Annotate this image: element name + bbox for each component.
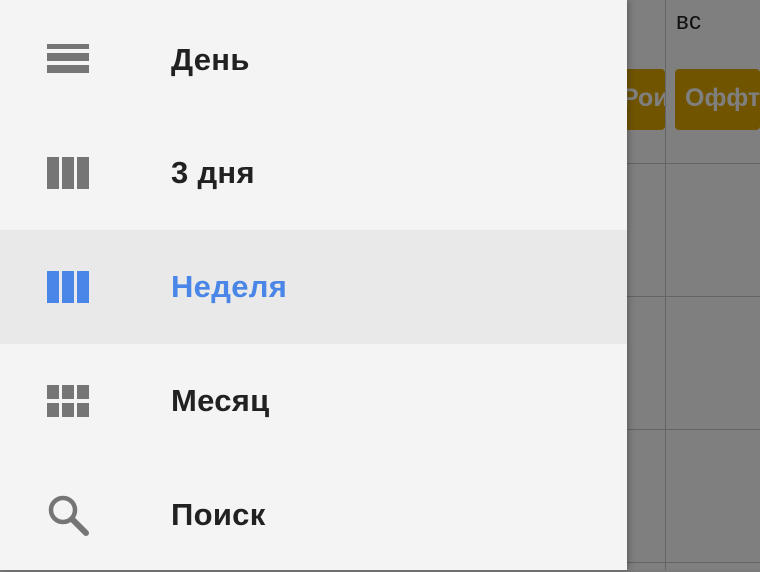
menu-item-label: Месяц bbox=[171, 383, 270, 418]
menu-item-label: Поиск bbox=[171, 497, 266, 532]
menu-item-three-days[interactable]: 3 дня bbox=[0, 116, 627, 230]
menu-item-label: День bbox=[171, 42, 250, 77]
menu-item-day[interactable]: День bbox=[0, 3, 627, 117]
menu-item-search[interactable]: Поиск bbox=[0, 458, 627, 572]
three-day-view-icon bbox=[47, 152, 89, 194]
month-view-icon bbox=[47, 380, 89, 422]
menu-item-month[interactable]: Месяц bbox=[0, 344, 627, 458]
menu-item-label: Неделя bbox=[171, 269, 288, 304]
day-view-icon bbox=[47, 39, 89, 81]
navigation-drawer: День 3 дня Неделя Месяц Поиск bbox=[0, 0, 627, 570]
search-icon bbox=[47, 494, 89, 536]
menu-item-week[interactable]: Неделя bbox=[0, 230, 627, 344]
menu-item-label: 3 дня bbox=[171, 155, 255, 190]
week-view-icon bbox=[47, 266, 89, 308]
